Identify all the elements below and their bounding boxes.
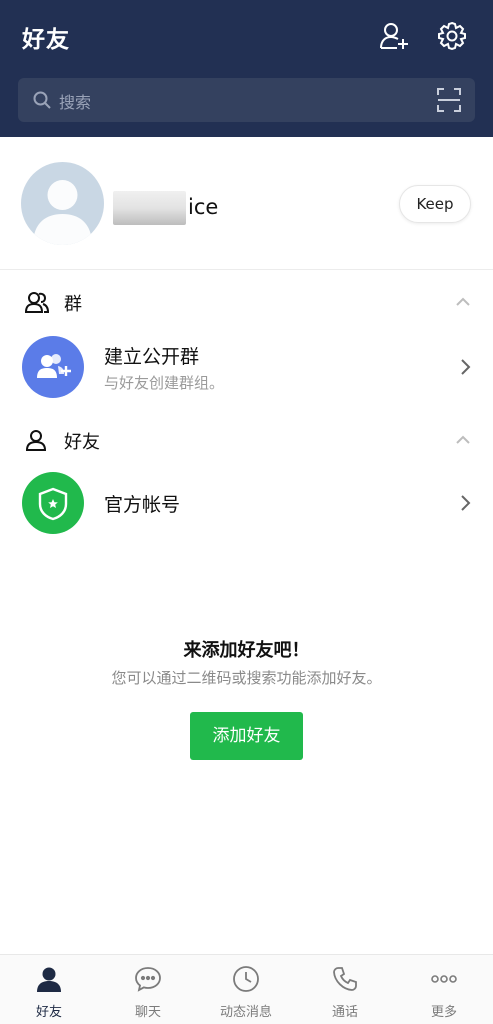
- chevron-up-icon[interactable]: [455, 294, 471, 310]
- top-header: 好友 搜索: [0, 0, 493, 137]
- tab-calls[interactable]: 通话: [296, 955, 394, 1024]
- tab-more[interactable]: 更多: [395, 955, 493, 1024]
- bottom-tab-bar: 好友 聊天 动态消息 通话 更多: [0, 954, 493, 1024]
- page-title: 好友: [22, 27, 70, 53]
- tab-label: 更多: [430, 1005, 457, 1020]
- tab-label: 聊天: [134, 1005, 161, 1020]
- tab-chats[interactable]: 聊天: [99, 955, 197, 1024]
- friends-section-label: 好友: [64, 432, 100, 453]
- search-input[interactable]: 搜索: [59, 89, 91, 113]
- chevron-up-icon[interactable]: [455, 432, 471, 448]
- search-icon: [33, 91, 51, 109]
- shield-star-icon: [22, 472, 84, 534]
- groups-section-label: 群: [64, 294, 82, 315]
- settings-button[interactable]: [436, 20, 468, 52]
- create-group-subtitle: 与好友创建群组。: [104, 374, 225, 392]
- more-dots-icon: [431, 975, 457, 983]
- official-accounts-row[interactable]: 官方帐号: [0, 468, 493, 538]
- divider: [0, 269, 493, 270]
- tab-label: 动态消息: [219, 1005, 272, 1020]
- tab-friends[interactable]: 好友: [0, 955, 98, 1024]
- tab-timeline[interactable]: 动态消息: [197, 955, 295, 1024]
- group-icon: [24, 292, 50, 313]
- groups-section-header[interactable]: 群: [0, 282, 493, 322]
- official-accounts-title: 官方帐号: [104, 494, 181, 516]
- add-friend-button[interactable]: [377, 20, 409, 52]
- tab-label: 好友: [35, 1005, 62, 1020]
- avatar[interactable]: [21, 162, 104, 245]
- add-group-icon: [22, 336, 84, 398]
- search-bar[interactable]: 搜索: [18, 78, 475, 122]
- person-icon: [25, 430, 47, 451]
- phone-icon: [333, 967, 357, 991]
- create-public-group-row[interactable]: 建立公开群 与好友创建群组。: [0, 332, 493, 402]
- my-profile[interactable]: ice Keep: [0, 137, 493, 270]
- clock-icon: [233, 966, 259, 992]
- qr-scan-icon[interactable]: [437, 88, 461, 112]
- chevron-right-icon: [461, 359, 471, 375]
- profile-name: ice: [188, 195, 219, 219]
- redacted-name-block: [113, 191, 186, 225]
- empty-state-subtitle: 您可以通过二维码或搜索功能添加好友。: [111, 669, 382, 687]
- person-icon: [37, 967, 61, 992]
- keep-button[interactable]: Keep: [399, 185, 471, 223]
- default-avatar-icon: [33, 180, 92, 245]
- friends-section-header[interactable]: 好友: [0, 420, 493, 460]
- tab-label: 通话: [331, 1005, 358, 1020]
- empty-state-title: 来添加好友吧！: [183, 640, 310, 661]
- add-user-icon: [380, 23, 408, 49]
- chevron-right-icon: [461, 495, 471, 511]
- gear-icon: [438, 21, 466, 51]
- create-group-title: 建立公开群: [104, 346, 200, 368]
- chat-bubble-icon: [135, 967, 161, 992]
- add-friend-cta-button[interactable]: 添加好友: [190, 712, 303, 760]
